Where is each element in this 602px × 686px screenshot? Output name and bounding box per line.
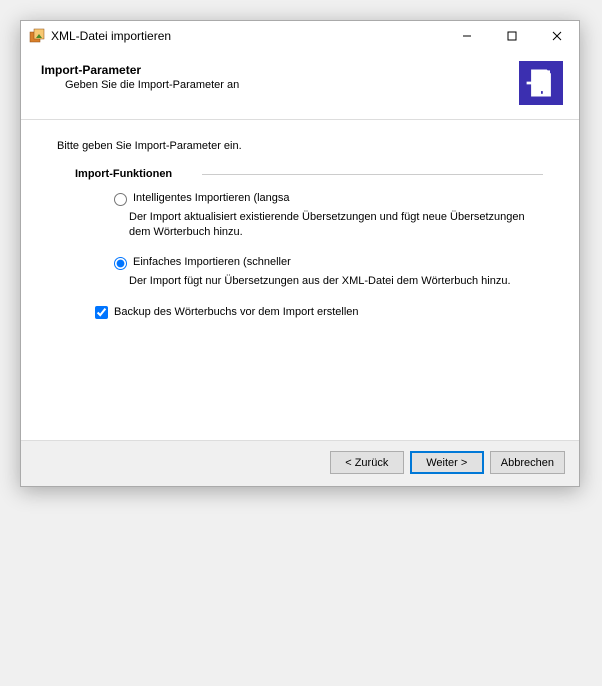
radio-simple-input[interactable] xyxy=(114,257,127,270)
dialog-window: XML-Datei importieren Import-Parameter G… xyxy=(20,20,580,487)
back-button[interactable]: < Zurück xyxy=(330,451,404,474)
page-subtitle: Geben Sie die Import-Parameter an xyxy=(65,79,519,91)
app-icon xyxy=(29,28,45,44)
import-icon xyxy=(519,61,563,105)
minimize-button[interactable] xyxy=(444,21,489,51)
next-button[interactable]: Weiter > xyxy=(410,451,484,474)
close-button[interactable] xyxy=(534,21,579,51)
wizard-footer: < Zurück Weiter > Abbrechen xyxy=(21,440,579,486)
radio-intelligent-input[interactable] xyxy=(114,193,127,206)
intro-text: Bitte geben Sie Import-Parameter ein. xyxy=(57,140,543,152)
radio-simple-label: Einfaches Importieren (schneller xyxy=(133,256,291,268)
checkbox-backup[interactable]: Backup des Wörterbuchs vor dem Import er… xyxy=(91,303,543,322)
wizard-content: Bitte geben Sie Import-Parameter ein. Im… xyxy=(21,120,579,440)
cancel-button[interactable]: Abbrechen xyxy=(490,451,565,474)
window-controls xyxy=(444,21,579,51)
checkbox-backup-label: Backup des Wörterbuchs vor dem Import er… xyxy=(114,306,359,318)
section-title: Import-Funktionen xyxy=(75,168,543,180)
section-title-label: Import-Funktionen xyxy=(75,168,172,180)
page-title: Import-Parameter xyxy=(41,63,519,77)
simple-import-desc: Der Import fügt nur Übersetzungen aus de… xyxy=(129,274,527,289)
checkbox-backup-input[interactable] xyxy=(95,306,108,319)
maximize-button[interactable] xyxy=(489,21,534,51)
intelligent-import-desc: Der Import aktualisiert existierende Übe… xyxy=(129,210,527,240)
wizard-header: Import-Parameter Geben Sie die Import-Pa… xyxy=(21,51,579,120)
titlebar: XML-Datei importieren xyxy=(21,21,579,51)
radio-simple-import[interactable]: Einfaches Importieren (schneller xyxy=(109,254,543,270)
wizard-header-text: Import-Parameter Geben Sie die Import-Pa… xyxy=(41,61,519,91)
radio-intelligent-import[interactable]: Intelligentes Importieren (langsa xyxy=(109,190,543,206)
radio-intelligent-label: Intelligentes Importieren (langsa xyxy=(133,192,290,204)
window-title: XML-Datei importieren xyxy=(51,29,444,43)
